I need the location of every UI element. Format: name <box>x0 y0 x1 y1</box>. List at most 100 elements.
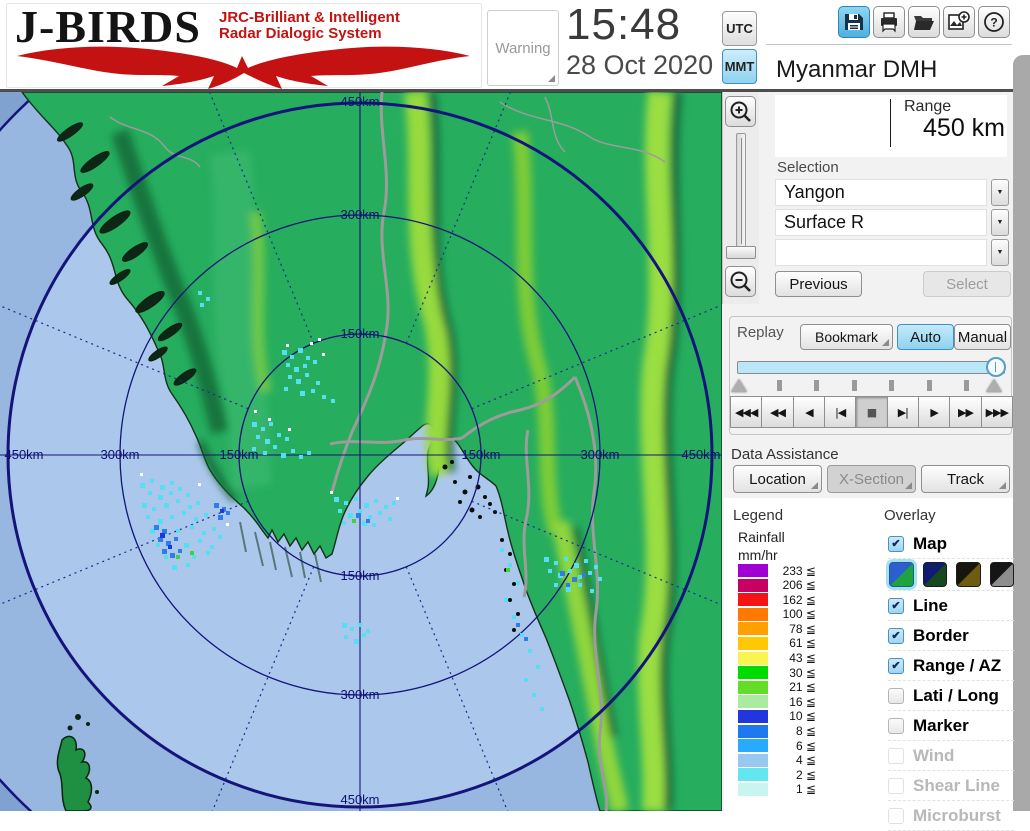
zoom-in-icon <box>730 101 751 122</box>
clock-date: 28 Oct 2020 <box>566 50 714 80</box>
legend-row: 206 ≦ <box>738 578 816 592</box>
replay-label: Replay <box>737 324 784 341</box>
overlay-item-wind[interactable]: Wind <box>888 741 1014 771</box>
jump-start-button[interactable]: ◀◀◀ <box>730 396 763 428</box>
step-back-button[interactable]: |◀ <box>823 396 857 428</box>
legend-color-swatch <box>738 593 768 607</box>
overlay-item-map[interactable]: ✔ Map <box>888 529 1014 559</box>
utc-button[interactable]: UTC <box>722 11 757 46</box>
zoom-slider-handle[interactable] <box>726 246 756 259</box>
fast-rewind-button[interactable]: ◀◀ <box>761 396 794 428</box>
help-icon: ? <box>984 12 1004 32</box>
checkbox[interactable]: ✔ <box>888 657 904 674</box>
logo-subtitle-line2: Radar Dialogic System <box>219 25 382 42</box>
step-forward-button[interactable]: ▶| <box>886 396 919 428</box>
legend-row: 162 ≦ <box>738 592 816 607</box>
panel-edge-grip[interactable] <box>1013 55 1030 811</box>
jump-end-button[interactable]: ▶▶▶ <box>980 396 1013 428</box>
slider-tick <box>814 380 819 391</box>
checkbox[interactable] <box>888 747 904 764</box>
warning-label: Warning <box>495 39 551 57</box>
overlay-item-lati-long[interactable]: Lati / Long <box>888 681 1014 711</box>
mmt-button[interactable]: MMT <box>722 49 757 84</box>
legend-value: 4 ≦ <box>795 753 816 768</box>
bookmark-button[interactable]: Bookmark <box>800 324 893 350</box>
eagle-logo-icon <box>17 46 470 89</box>
overlay-item-marker[interactable]: Marker <box>888 711 1014 741</box>
map-style-swatch-3[interactable] <box>956 562 981 587</box>
add-image-button[interactable] <box>943 6 975 38</box>
zoom-slider-track[interactable] <box>736 133 746 249</box>
play-reverse-button[interactable]: ◀ <box>792 396 825 428</box>
legend-value: 100 ≦ <box>782 607 816 622</box>
location-button[interactable]: Location <box>733 465 822 493</box>
ring-label-west-150: 150km <box>219 447 258 462</box>
legend-value: 8 ≦ <box>795 724 816 739</box>
overlay-item-line[interactable]: ✔ Line <box>888 591 1014 621</box>
legend-row: 6 ≦ <box>738 739 816 753</box>
previous-button[interactable]: Previous <box>775 271 862 297</box>
overlay-item-microburst[interactable]: Microburst <box>888 801 1014 831</box>
legend-value: 233 ≦ <box>782 563 816 578</box>
save-button[interactable] <box>838 6 870 38</box>
zoom-out-button[interactable] <box>725 266 756 297</box>
help-button[interactable]: ? <box>978 6 1010 38</box>
chevron-down-icon[interactable]: ▼ <box>991 179 1009 206</box>
selection-dropdown-2[interactable]: Surface R ▼ <box>775 209 1009 236</box>
checkbox[interactable] <box>888 717 904 734</box>
print-button[interactable] <box>873 6 905 38</box>
overlay-item-label: Map <box>913 533 947 553</box>
legend-color-swatch <box>738 680 768 694</box>
x-section-button[interactable]: X-Section <box>827 465 916 493</box>
chevron-down-icon[interactable]: ▼ <box>991 209 1009 236</box>
manual-mode-button[interactable]: Manual <box>954 324 1011 350</box>
legend-value: 162 ≦ <box>782 592 816 607</box>
checkbox[interactable] <box>888 777 904 794</box>
checkbox[interactable] <box>888 687 904 704</box>
stop-button[interactable]: ■ <box>855 396 888 428</box>
selection-dropdown-3[interactable]: ▼ <box>775 239 1009 266</box>
overlay-item-shear-line[interactable]: Shear Line <box>888 771 1014 801</box>
slider-start-marker[interactable] <box>731 379 747 392</box>
chevron-down-icon[interactable]: ▼ <box>991 239 1009 266</box>
select-button[interactable]: Select <box>923 271 1011 297</box>
ring-label-east-150: 150km <box>461 447 500 462</box>
legend-value: 2 ≦ <box>795 767 816 782</box>
auto-mode-button[interactable]: Auto <box>897 324 954 350</box>
map-style-swatch-2[interactable] <box>922 562 947 587</box>
panel-separator <box>766 44 1012 45</box>
zoom-in-button[interactable] <box>725 96 756 127</box>
data-assistance-label: Data Assistance <box>731 446 839 463</box>
map-style-swatch-1[interactable] <box>889 562 914 587</box>
radar-map[interactable]: 450km 300km 150km 150km 300km 450km 450k… <box>0 92 722 811</box>
checkbox[interactable]: ✔ <box>888 535 904 552</box>
checkbox[interactable]: ✔ <box>888 597 904 614</box>
map-style-swatch-4[interactable] <box>989 562 1014 587</box>
open-folder-button[interactable] <box>908 6 940 38</box>
play-button[interactable]: ▶ <box>917 396 951 428</box>
selection-value <box>775 239 987 266</box>
replay-slider-track[interactable] <box>737 361 1005 374</box>
logo-subtitle: JRC-Brilliant & Intelligent Radar Dialog… <box>219 10 479 42</box>
overlay-item-range-az[interactable]: ✔ Range / AZ <box>888 651 1014 681</box>
slider-tick <box>777 380 782 391</box>
replay-slider-handle[interactable] <box>986 357 1006 377</box>
selection-dropdown-1[interactable]: Yangon ▼ <box>775 179 1009 206</box>
ring-label-south-150: 150km <box>340 568 379 583</box>
playback-controls: ◀◀◀ ◀◀ ◀ |◀ ■ ▶| ▶ ▶▶ ▶▶▶ <box>730 396 1013 428</box>
legend-value: 16 ≦ <box>789 694 816 709</box>
fast-forward-button[interactable]: ▶▶ <box>949 396 982 428</box>
track-button[interactable]: Track <box>921 465 1010 493</box>
slider-end-marker[interactable] <box>986 379 1002 392</box>
map-style-row <box>888 559 1014 591</box>
legend-row: 30 ≦ <box>738 666 816 680</box>
overlay-item-border[interactable]: ✔ Border <box>888 621 1014 651</box>
ring-label-north-300: 300km <box>340 207 379 222</box>
legend-value: 43 ≦ <box>789 651 816 666</box>
svg-text:?: ? <box>990 16 997 30</box>
warning-button[interactable]: Warning <box>487 10 559 86</box>
checkbox[interactable]: ✔ <box>888 627 904 644</box>
legend-color-swatch <box>738 636 768 650</box>
checkbox[interactable] <box>888 807 904 824</box>
overlay-item-label: Border <box>913 625 969 645</box>
